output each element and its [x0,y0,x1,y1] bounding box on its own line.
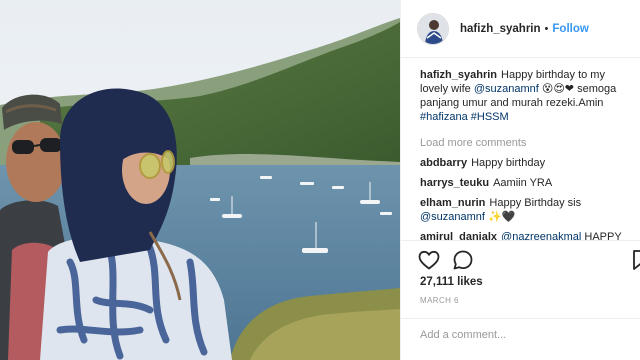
comment-mention[interactable]: @nazreenakmal [501,231,581,240]
load-more-comments-button[interactable]: Load more comments [420,136,625,150]
add-comment-section [401,318,640,360]
author-avatar[interactable] [417,12,449,45]
header-separator: • [544,22,549,35]
post-side-panel: hafizh_syahrin • Follow hafizh_syahrin Ha… [400,0,640,360]
like-count[interactable]: 27,111 likes [420,276,483,288]
comment-item: elham_nurin Happy Birthday sis @suzanamnf… [420,196,625,224]
comment-username[interactable]: abdbarry [420,157,467,169]
comment-item: amirul_danialx @nazreenakmal HAPPY [420,230,625,240]
actions-divider [401,240,640,241]
comment-item: abdbarry Happy birthday [420,156,625,170]
follow-button[interactable]: Follow [552,23,588,35]
comment-mention[interactable]: @suzanamnf [420,211,485,223]
caption-emoji: 😵😍❤ [541,83,575,95]
comment-username[interactable]: harrys_teuku [420,177,489,189]
comment-username[interactable]: elham_nurin [420,197,485,209]
comment-icon[interactable] [451,248,475,272]
post-caption: hafizh_syahrin Happy birthday to my lovel… [420,68,625,124]
post-photo[interactable] [0,0,400,360]
comment-emoji: ✨🖤 [488,211,516,223]
caption-hashtag[interactable]: #HSSM [471,111,509,123]
comment-text: HAPPY [584,231,622,240]
comment-item: harrys_teuku Aamiin YRA [420,176,625,190]
add-comment-input[interactable] [420,329,625,341]
post-date: MARCH 6 [420,296,459,305]
comment-username[interactable]: amirul_danialx [420,231,497,240]
caption-hashtag[interactable]: #hafizana [420,111,468,123]
post-actions [417,248,640,272]
caption-mention[interactable]: @suzanamnf [474,83,539,95]
author-username[interactable]: hafizh_syahrin [460,23,541,35]
post-photo-image [0,0,400,360]
bookmark-icon[interactable] [629,248,640,272]
comments-list[interactable]: hafizh_syahrin Happy birthday to my lovel… [401,58,640,240]
comment-text: Happy Birthday sis [489,197,582,209]
heart-icon[interactable] [417,248,441,272]
post-header: hafizh_syahrin • Follow [401,0,640,58]
comment-text: Aamiin YRA [493,177,553,189]
comment-text: Happy birthday [471,157,546,169]
caption-username[interactable]: hafizh_syahrin [420,69,497,81]
